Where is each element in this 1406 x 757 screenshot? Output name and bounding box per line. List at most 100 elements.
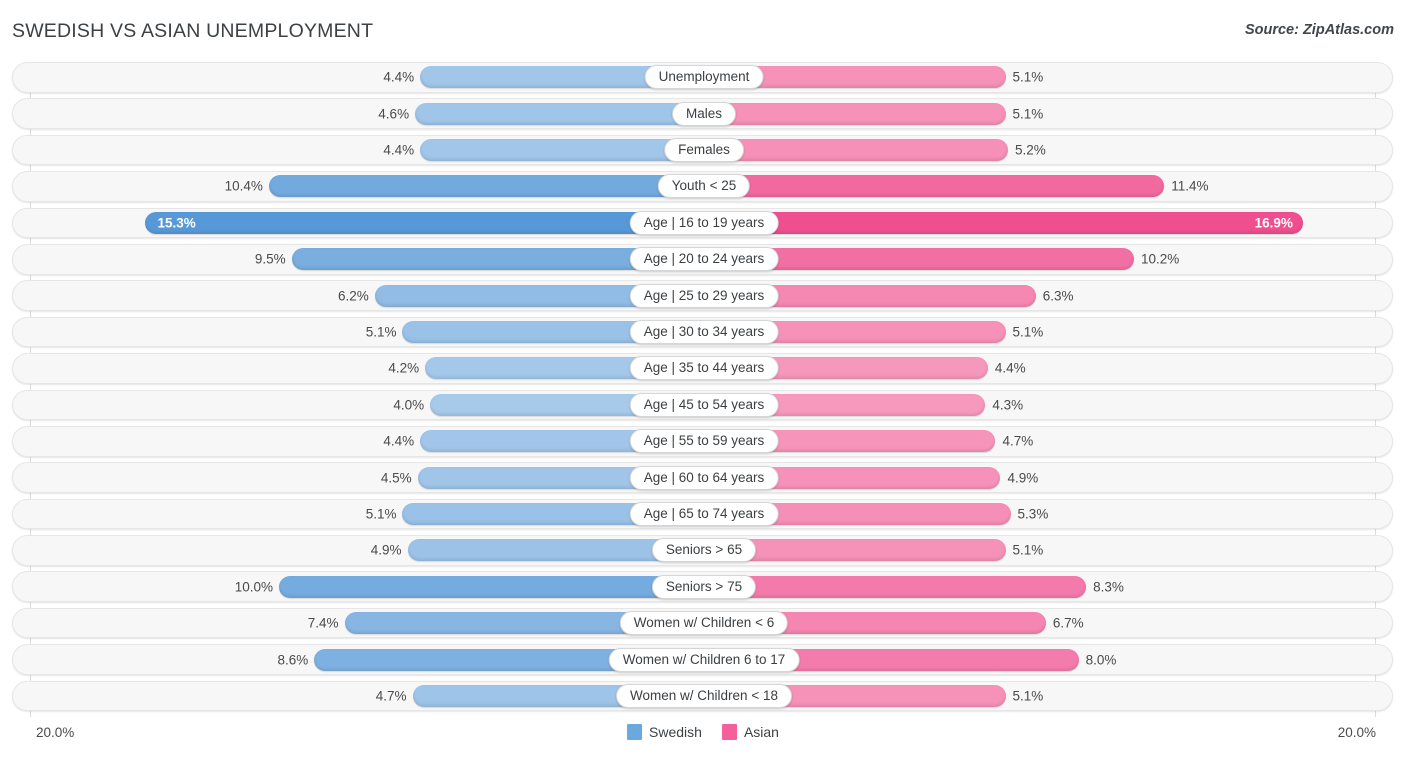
category-label-pill[interactable]: Males [671,101,737,126]
category-label-pill[interactable]: Age | 65 to 74 years [629,501,779,526]
table-row[interactable]: 4.4% 5.2% Females [12,134,1393,166]
row-inner: 4.2% 4.4% Age | 35 to 44 years [13,354,1392,383]
table-row[interactable]: 4.7% 5.1% Women w/ Children < 18 [12,680,1393,712]
value-label-swedish: 4.4% [383,69,415,85]
bar-swedish[interactable] [415,102,704,125]
category-label-pill[interactable]: Age | 30 to 34 years [629,320,779,345]
row-inner: 4.4% 5.1% Unemployment [13,63,1392,92]
category-label-pill[interactable]: Seniors > 65 [651,538,757,563]
category-label-pill[interactable]: Age | 16 to 19 years [629,210,779,235]
value-label-asian: 4.4% [994,360,1026,376]
bar-swedish[interactable] [145,211,704,234]
table-row[interactable]: 8.6% 8.0% Women w/ Children 6 to 17 [12,644,1393,675]
category-label-pill[interactable]: Women w/ Children < 18 [616,683,792,708]
legend-swatch-icon [721,724,737,740]
axis-label-left: 20.0% [36,725,75,740]
row-inner: 7.4% 6.7% Women w/ Children < 6 [13,609,1392,638]
bar-asian[interactable] [704,175,1165,198]
table-row[interactable]: 9.5% 10.2% Age | 20 to 24 years [12,243,1393,275]
table-row[interactable]: 10.4% 11.4% Youth < 25 [12,171,1393,202]
value-label-swedish: 5.1% [365,324,397,340]
chart-plot-area: 4.4% 5.1% Unemployment 4.6% 5.1% Males 4.4% 5.2… [0,62,1406,717]
table-row[interactable]: 4.0% 4.3% Age | 45 to 54 years [12,389,1393,421]
row-inner: 4.4% 4.7% Age | 55 to 59 years [13,427,1392,456]
value-label-swedish: 5.1% [365,506,397,522]
table-row[interactable]: 5.1% 5.1% Age | 30 to 34 years [12,316,1393,348]
category-label-pill[interactable]: Women w/ Children < 6 [619,611,789,636]
table-row[interactable]: 15.3% 16.9% Age | 16 to 19 years [12,207,1393,239]
value-label-swedish: 10.4% [224,178,263,194]
category-label-pill[interactable]: Age | 35 to 44 years [629,356,779,381]
value-label-swedish: 4.5% [380,470,412,486]
value-label-swedish: 4.4% [383,142,415,158]
value-label-asian: 10.2% [1141,251,1180,267]
value-label-swedish: 4.4% [383,433,415,449]
row-inner: 5.1% 5.1% Age | 30 to 34 years [13,318,1392,347]
row-inner: 9.5% 10.2% Age | 20 to 24 years [13,245,1392,274]
category-label-pill[interactable]: Age | 25 to 29 years [629,283,779,308]
table-row[interactable]: 4.4% 4.7% Age | 55 to 59 years [12,425,1393,457]
value-label-swedish: 8.6% [277,652,309,668]
value-label-asian: 6.7% [1052,615,1084,631]
table-row[interactable]: 4.4% 5.1% Unemployment [12,62,1393,93]
category-label-pill[interactable]: Age | 60 to 64 years [629,465,779,490]
source-attribution: Source: ZipAtlas.com [1244,22,1394,38]
bar-swedish[interactable] [279,575,704,598]
value-label-asian: 5.1% [1012,688,1044,704]
bar-asian[interactable] [704,211,1303,234]
bar-swedish[interactable] [268,175,704,198]
category-label-pill[interactable]: Seniors > 75 [651,574,757,599]
bar-asian[interactable] [704,575,1087,598]
legend-swatch-icon [627,724,643,740]
bar-swedish[interactable] [420,139,704,162]
row-inner: 4.0% 4.3% Age | 45 to 54 years [13,391,1392,420]
chart-footer: 20.0% 20.0% Swedish Asian [0,717,1406,757]
row-inner: 5.1% 5.3% Age | 65 to 74 years [13,500,1392,529]
bar-asian[interactable] [704,102,1006,125]
category-label-pill[interactable]: Females [664,138,744,163]
table-row[interactable]: 4.5% 4.9% Age | 60 to 64 years [12,462,1393,493]
value-label-asian: 4.3% [992,397,1024,413]
table-row[interactable]: 4.2% 4.4% Age | 35 to 44 years [12,353,1393,384]
value-label-asian: 5.3% [1017,506,1049,522]
row-inner: 4.9% 5.1% Seniors > 65 [13,536,1392,565]
value-label-swedish: 4.9% [370,542,402,558]
value-label-asian: 16.9% [1254,215,1293,231]
chart-legend: Swedish Asian [627,724,779,740]
value-label-swedish: 4.7% [375,688,407,704]
table-row[interactable]: 4.9% 5.1% Seniors > 65 [12,535,1393,566]
chart-page: SWEDISH VS ASIAN UNEMPLOYMENT Source: Zi… [0,0,1406,757]
category-label-pill[interactable]: Age | 20 to 24 years [629,247,779,272]
category-label-pill[interactable]: Women w/ Children 6 to 17 [608,647,800,672]
bar-asian[interactable] [704,139,1009,162]
value-label-swedish: 9.5% [254,251,286,267]
table-row[interactable]: 10.0% 8.3% Seniors > 75 [12,571,1393,603]
category-label-pill[interactable]: Age | 45 to 54 years [629,392,779,417]
category-label-pill[interactable]: Unemployment [644,65,764,90]
row-inner: 4.6% 5.1% Males [13,99,1392,128]
row-inner: 4.7% 5.1% Women w/ Children < 18 [13,682,1392,711]
value-label-asian: 8.0% [1085,652,1117,668]
legend-item-swedish[interactable]: Swedish [627,724,702,740]
row-inner: 6.2% 6.3% Age | 25 to 29 years [13,281,1392,310]
legend-label: Swedish [649,724,702,740]
value-label-asian: 5.1% [1012,542,1044,558]
row-inner: 15.3% 16.9% Age | 16 to 19 years [13,209,1392,238]
chart-header: SWEDISH VS ASIAN UNEMPLOYMENT Source: Zi… [0,0,1406,62]
value-label-swedish: 10.0% [234,579,273,595]
value-label-swedish: 4.6% [378,106,410,122]
value-label-asian: 4.7% [1002,433,1034,449]
table-row[interactable]: 7.4% 6.7% Women w/ Children < 6 [12,607,1393,639]
table-row[interactable]: 5.1% 5.3% Age | 65 to 74 years [12,498,1393,530]
value-label-swedish: 4.0% [393,397,425,413]
category-label-pill[interactable]: Age | 55 to 59 years [629,429,779,454]
table-row[interactable]: 4.6% 5.1% Males [12,98,1393,129]
category-label-pill[interactable]: Youth < 25 [657,174,751,199]
value-label-swedish: 6.2% [337,288,369,304]
table-row[interactable]: 6.2% 6.3% Age | 25 to 29 years [12,280,1393,311]
legend-item-asian[interactable]: Asian [721,724,779,740]
row-inner: 8.6% 8.0% Women w/ Children 6 to 17 [13,645,1392,674]
value-label-swedish: 7.4% [307,615,339,631]
value-label-swedish: 15.3% [157,215,196,231]
row-inner: 4.4% 5.2% Females [13,136,1392,165]
